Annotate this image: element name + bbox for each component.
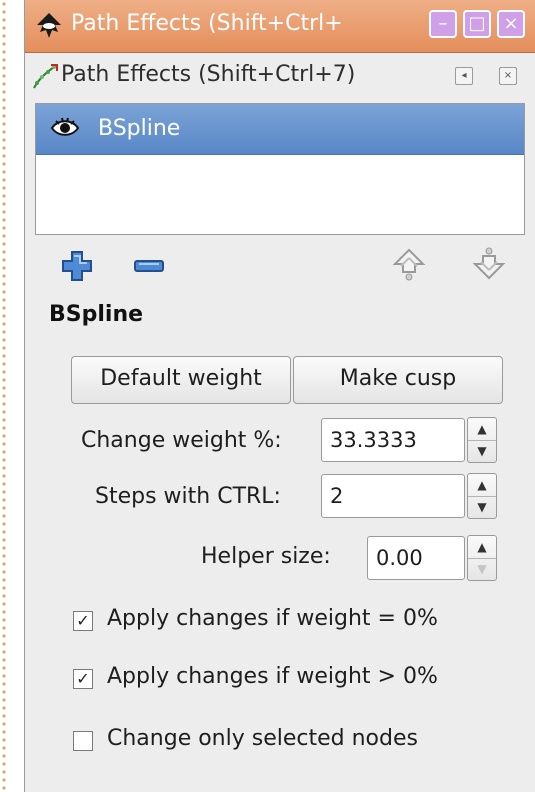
eye-icon[interactable] [50, 114, 80, 142]
effect-list-item[interactable]: BSpline [36, 104, 524, 155]
apply-nonzero-weight-label[interactable]: Apply changes if weight > 0% [107, 664, 438, 689]
helper-size-spinner[interactable]: ▲ ▼ [467, 535, 497, 581]
spin-up-icon[interactable]: ▲ [468, 536, 496, 559]
steps-spinner[interactable]: ▲ ▼ [467, 473, 497, 519]
steps-input[interactable]: 2 [321, 474, 465, 518]
only-selected-nodes-checkbox[interactable] [73, 731, 93, 751]
make-cusp-button[interactable]: Make cusp [293, 356, 503, 404]
lower-arrow-icon[interactable] [471, 246, 507, 282]
minus-icon[interactable] [131, 248, 167, 284]
title-bar[interactable]: Path Effects (Shift+Ctrl+ – □ × [25, 0, 535, 53]
effects-list[interactable]: BSpline [35, 103, 525, 235]
change-weight-label: Change weight %: [81, 428, 282, 453]
apply-zero-weight-label[interactable]: Apply changes if weight = 0% [107, 606, 438, 631]
dialog-title: Path Effects (Shift+Ctrl+7) [61, 62, 356, 87]
change-weight-input[interactable]: 33.3333 [321, 418, 465, 462]
effect-settings-title: BSpline [49, 302, 144, 327]
spin-down-icon[interactable]: ▼ [468, 440, 496, 462]
helper-size-label: Helper size: [201, 544, 331, 569]
steps-label: Steps with CTRL: [95, 484, 281, 509]
apply-zero-weight-checkbox[interactable]: ✓ [73, 611, 93, 631]
spin-down-icon: ▼ [477, 562, 487, 576]
dock-panel-button[interactable]: ◂ [455, 67, 473, 85]
dialog-header: Path Effects (Shift+Ctrl+7) ◂ × [25, 53, 535, 99]
minimize-button[interactable]: – [429, 10, 457, 38]
only-selected-nodes-label[interactable]: Change only selected nodes [107, 726, 418, 751]
spin-up-icon[interactable]: ▲ [468, 474, 496, 497]
path-effects-window: Path Effects (Shift+Ctrl+ – □ × Path Eff… [24, 0, 535, 792]
spin-up-icon[interactable]: ▲ [468, 418, 496, 441]
raise-arrow-icon[interactable] [391, 246, 427, 282]
maximize-button[interactable]: □ [463, 10, 491, 38]
page-border-dots [0, 0, 8, 792]
spin-down-icon[interactable]: ▼ [468, 496, 496, 518]
default-weight-button[interactable]: Default weight [71, 356, 291, 404]
plus-icon[interactable] [59, 248, 95, 284]
change-weight-spinner[interactable]: ▲ ▼ [467, 417, 497, 463]
window-title: Path Effects (Shift+Ctrl+ [71, 11, 343, 36]
effect-name: BSpline [98, 116, 181, 141]
apply-nonzero-weight-checkbox[interactable]: ✓ [73, 669, 93, 689]
path-effects-icon [33, 64, 58, 89]
dialog-close-button[interactable]: × [499, 67, 517, 85]
inkscape-logo-icon [37, 13, 61, 38]
close-button[interactable]: × [497, 10, 525, 38]
helper-size-input[interactable]: 0.00 [367, 536, 465, 580]
